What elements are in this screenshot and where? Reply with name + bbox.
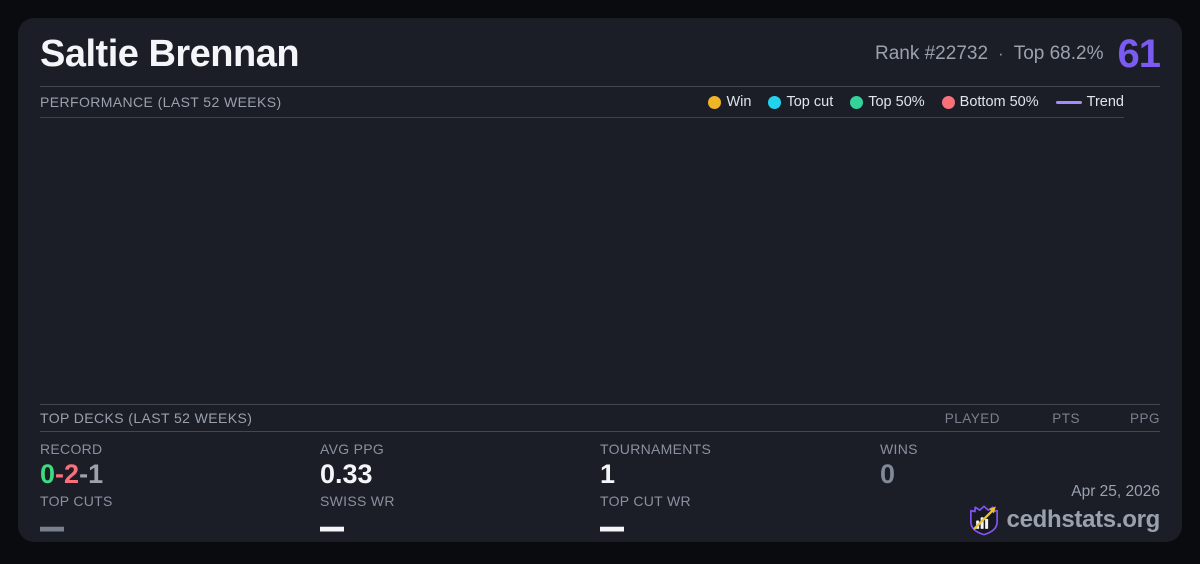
performance-chart-area — [40, 118, 1160, 404]
top-cuts-label: TOP CUTS — [40, 493, 320, 509]
stats-grid: RECORD 0-2-1 TOP CUTS — AVG PPG 0.33 SWI… — [40, 432, 1160, 542]
performance-header: PERFORMANCE (LAST 52 WEEKS) Win Top cut … — [40, 87, 1160, 117]
record-draws: 1 — [88, 459, 103, 489]
swiss-wr-label: SWISS WR — [320, 493, 600, 509]
wins-label: WINS — [880, 441, 1160, 457]
legend-label: Top 50% — [868, 94, 924, 110]
column-ppg: PPG — [1080, 411, 1160, 426]
brand-name: cedhstats.org — [1007, 506, 1160, 534]
player-stats-card: Saltie Brennan Rank #22732 · Top 68.2% 6… — [18, 18, 1182, 542]
column-played: PLAYED — [920, 411, 1000, 426]
swiss-wr-value: — — [320, 514, 344, 542]
top-decks-header: TOP DECKS (LAST 52 WEEKS) PLAYED PTS PPG — [40, 405, 1160, 431]
rank-line: Rank #22732 · Top 68.2% — [875, 43, 1104, 65]
top-cuts-value: — — [40, 514, 64, 542]
cedhstats-shield-logo-icon — [969, 504, 999, 536]
tournaments-label: TOURNAMENTS — [600, 441, 880, 457]
legend-item-top-cut: Top cut — [768, 94, 833, 110]
column-pts: PTS — [1000, 411, 1080, 426]
header-rank-group: Rank #22732 · Top 68.2% 61 — [875, 32, 1160, 77]
win-dot-icon — [708, 96, 721, 109]
tournaments-value: 1 — [600, 459, 880, 489]
player-score: 61 — [1118, 32, 1161, 77]
performance-label: PERFORMANCE (LAST 52 WEEKS) — [40, 94, 282, 110]
card-header: Saltie Brennan Rank #22732 · Top 68.2% 6… — [40, 32, 1160, 76]
top-percent-text: Top 68.2% — [1014, 43, 1104, 65]
record-losses: 2 — [64, 459, 79, 489]
top-cut-dot-icon — [768, 96, 781, 109]
trend-line-icon — [1056, 101, 1082, 104]
legend-item-top50: Top 50% — [850, 94, 924, 110]
legend-item-trend: Trend — [1056, 94, 1124, 110]
record-sep2: - — [79, 459, 88, 489]
avg-ppg-value: 0.33 — [320, 459, 600, 489]
top50-dot-icon — [850, 96, 863, 109]
record-label: RECORD — [40, 441, 320, 457]
player-name: Saltie Brennan — [40, 33, 299, 76]
legend-label: Top cut — [786, 94, 833, 110]
stat-tournaments: TOURNAMENTS 1 TOP CUT WR — — [600, 441, 880, 542]
bottom50-dot-icon — [942, 96, 955, 109]
legend-item-win: Win — [708, 94, 751, 110]
legend-label: Trend — [1087, 94, 1124, 110]
chart-legend: Win Top cut Top 50% Bottom 50% Trend — [708, 94, 1124, 110]
legend-label: Bottom 50% — [960, 94, 1039, 110]
top-cut-wr-value: — — [600, 514, 624, 542]
top-decks-label: TOP DECKS (LAST 52 WEEKS) — [40, 410, 252, 426]
record-wins: 0 — [40, 459, 55, 489]
footer-brand: Apr 25, 2026 cedhstats.org — [969, 483, 1160, 536]
record-sep1: - — [55, 459, 64, 489]
card-date: Apr 25, 2026 — [1071, 483, 1160, 501]
deck-column-headers: PLAYED PTS PPG — [920, 411, 1160, 426]
avg-ppg-label: AVG PPG — [320, 441, 600, 457]
rank-separator: · — [998, 44, 1004, 64]
legend-item-bottom50: Bottom 50% — [942, 94, 1039, 110]
stat-record: RECORD 0-2-1 TOP CUTS — — [40, 441, 320, 542]
top-cut-wr-label: TOP CUT WR — [600, 493, 880, 509]
brand-link[interactable]: cedhstats.org — [969, 504, 1160, 536]
legend-label: Win — [726, 94, 751, 110]
stat-avg-ppg: AVG PPG 0.33 SWISS WR — — [320, 441, 600, 542]
rank-text: Rank #22732 — [875, 43, 988, 65]
record-value: 0-2-1 — [40, 459, 320, 489]
